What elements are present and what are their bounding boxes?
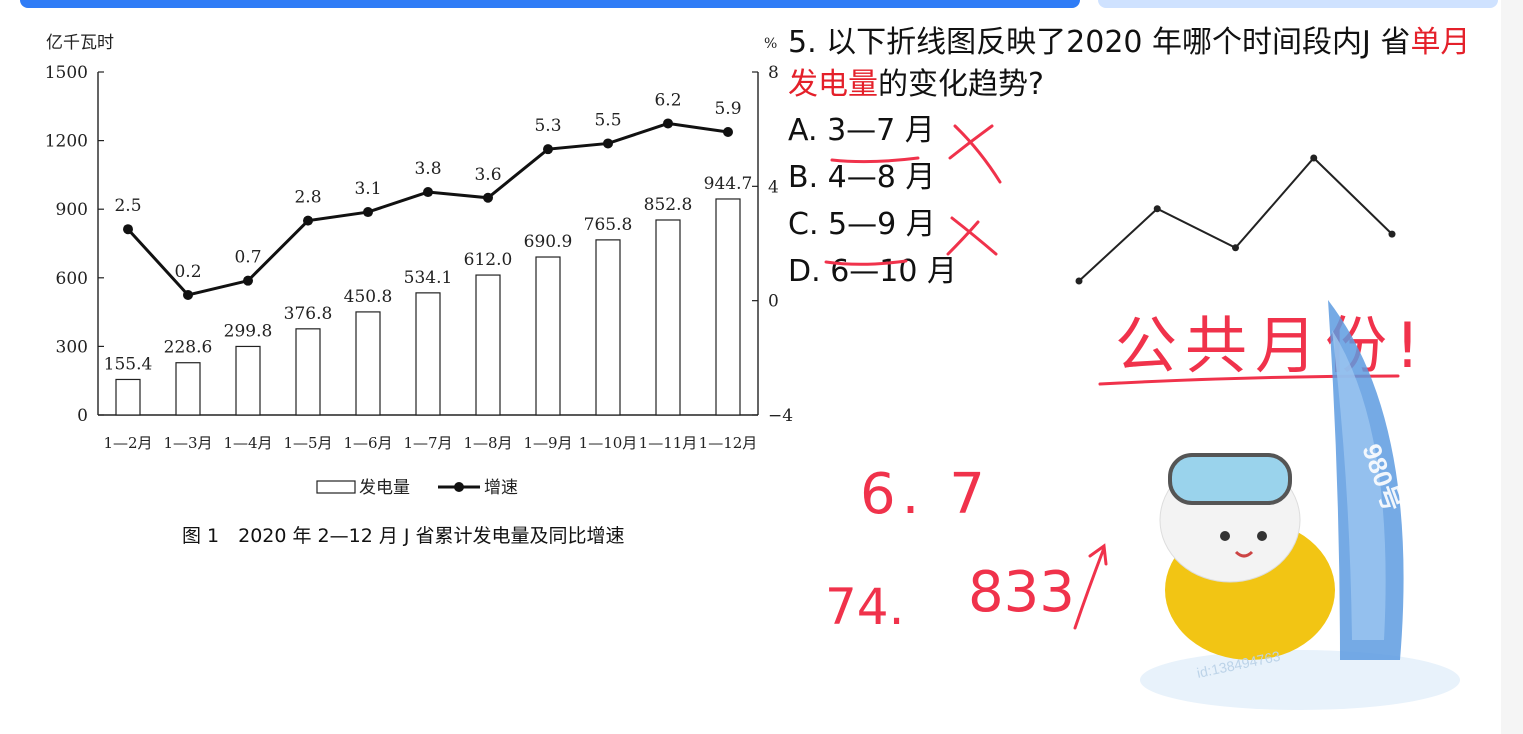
mascot-eye-right [1257,531,1267,541]
mascot-illustration: 980号 id:138494763 [1140,300,1460,710]
mascot-wave [1140,650,1460,710]
goggles-icon [1168,453,1292,505]
mascot-eye-left [1220,531,1230,541]
